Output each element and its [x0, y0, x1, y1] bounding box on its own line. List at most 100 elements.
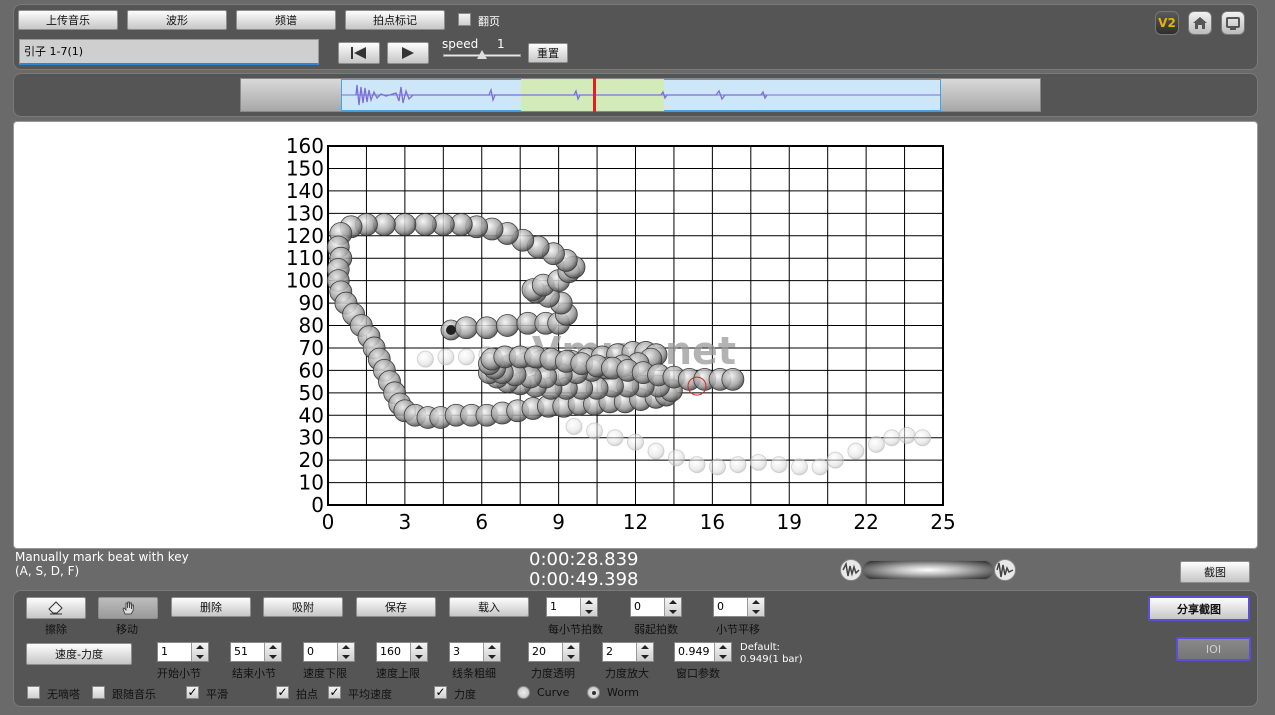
dynamics-alpha-label: 力度透明: [531, 667, 575, 680]
x-tick-label: 19: [777, 510, 802, 534]
x-tick-label: 6: [475, 510, 488, 534]
y-tick-label: 10: [299, 471, 324, 495]
tempo-dynamics-button[interactable]: 速度-力度: [26, 643, 132, 665]
y-tick-label: 100: [286, 269, 324, 293]
fullscreen-icon[interactable]: [1221, 11, 1245, 35]
worm-point-faint: [565, 417, 583, 435]
bar-shift-stepper[interactable]: 0: [713, 597, 765, 617]
beat-point-label: 拍点: [296, 688, 318, 701]
worm-point-faint: [811, 458, 829, 476]
bar-shift-label: 小节平移: [716, 623, 760, 636]
dynamics-checkbox[interactable]: ✓: [434, 686, 447, 699]
y-tick-label: 30: [299, 426, 324, 450]
dynamics-scale-stepper[interactable]: 2: [602, 642, 654, 662]
eraser-icon: [48, 601, 63, 615]
dynamics-alpha-stepper[interactable]: 20: [528, 642, 580, 662]
weak-beats-stepper[interactable]: 0: [630, 597, 682, 617]
move-button[interactable]: [98, 597, 158, 619]
beat-mark-button[interactable]: 拍点标记: [345, 10, 445, 30]
y-tick-label: 150: [286, 156, 324, 180]
smooth-label: 平滑: [206, 688, 228, 701]
speed-slider-thumb[interactable]: [477, 50, 487, 59]
y-tick-label: 110: [286, 246, 324, 270]
worm-point-faint: [647, 442, 665, 460]
hand-icon: [122, 601, 134, 615]
erase-button[interactable]: [26, 597, 86, 619]
follow-music-checkbox[interactable]: [92, 686, 105, 699]
erase-label: 擦除: [45, 623, 67, 636]
line-width-label: 线条粗细: [452, 667, 496, 680]
worm-point: [413, 213, 437, 236]
no-click-checkbox[interactable]: [27, 686, 40, 699]
worm-radio[interactable]: [587, 686, 600, 699]
delete-button[interactable]: 删除: [171, 597, 251, 617]
volume-control[interactable]: [840, 558, 1016, 582]
start-bar-stepper[interactable]: 1: [157, 642, 209, 662]
default-text-line1: Default:: [740, 642, 780, 653]
curve-label: Curve: [537, 686, 570, 699]
worm-point-faint: [437, 348, 455, 366]
smooth-checkbox[interactable]: ✓: [186, 686, 199, 699]
ioi-button[interactable]: IOI: [1176, 637, 1251, 661]
worm-point-faint: [668, 449, 685, 467]
y-tick-label: 120: [286, 224, 324, 248]
share-screenshot-button[interactable]: 分享截图: [1148, 596, 1250, 621]
end-bar-stepper[interactable]: 51: [230, 642, 282, 662]
waveform-playhead[interactable]: [592, 78, 596, 112]
worm-point-faint: [847, 442, 865, 460]
worm-point-faint: [709, 458, 726, 476]
beats-per-bar-stepper[interactable]: 1: [546, 597, 598, 617]
waveform-trace: [341, 84, 941, 106]
window-param-stepper[interactable]: 0.949: [674, 642, 732, 662]
y-tick-label: 20: [299, 448, 324, 472]
worm-point-faint: [791, 458, 808, 476]
upload-music-button[interactable]: 上传音乐: [18, 10, 118, 30]
snap-button[interactable]: 吸附: [263, 597, 343, 617]
line-width-stepper[interactable]: 3: [449, 642, 501, 662]
page-turn-checkbox[interactable]: [458, 13, 471, 26]
worm-point-faint: [627, 433, 644, 451]
x-tick-label: 22: [853, 510, 878, 534]
worm-point-faint: [883, 429, 901, 447]
y-tick-label: 160: [286, 134, 324, 158]
hint-text-line2: (A, S, D, F): [15, 564, 80, 578]
skip-to-start-button[interactable]: [338, 42, 380, 64]
tempo-high-stepper[interactable]: 160: [376, 642, 428, 662]
reset-button[interactable]: 重置: [528, 43, 568, 63]
weak-beats-label: 弱起拍数: [634, 623, 678, 636]
avg-tempo-label: 平均速度: [348, 688, 392, 701]
waveform-small-icon: [840, 559, 862, 581]
v2-badge[interactable]: V2: [1155, 11, 1179, 35]
y-tick-label: 90: [299, 291, 324, 315]
home-icon[interactable]: [1188, 11, 1212, 35]
y-tick-label: 130: [286, 201, 324, 225]
worm-label: Worm: [607, 686, 640, 699]
y-tick-label: 140: [286, 179, 324, 203]
volume-slider[interactable]: [862, 560, 994, 580]
waveform-button[interactable]: 波形: [127, 10, 227, 30]
avg-tempo-checkbox[interactable]: ✓: [328, 686, 341, 699]
move-label: 移动: [116, 623, 138, 636]
load-button[interactable]: 载入: [449, 597, 529, 617]
worm-point-faint: [898, 426, 916, 444]
save-button[interactable]: 保存: [356, 597, 436, 617]
tempo-dynamics-chart: 0 102030405060708090100110120130140150160…: [286, 134, 956, 534]
speed-slider[interactable]: [443, 50, 521, 59]
play-button[interactable]: [387, 42, 429, 64]
worm-point-faint: [729, 456, 747, 474]
curve-radio[interactable]: [517, 686, 530, 699]
track-title-field[interactable]: 引子 1-7(1): [19, 39, 319, 65]
x-tick-label: 25: [930, 510, 955, 534]
worm-head: [446, 324, 456, 335]
spectrum-button[interactable]: 频谱: [236, 10, 336, 30]
x-tick-label: 0: [322, 510, 335, 534]
tempo-high-label: 速度上限: [376, 667, 420, 680]
worm-point: [475, 316, 499, 340]
beat-point-checkbox[interactable]: ✓: [276, 686, 289, 699]
waveform-overview[interactable]: [240, 78, 1041, 112]
tempo-low-stepper[interactable]: 0: [303, 642, 355, 662]
worm-point-faint: [416, 350, 434, 368]
end-bar-label: 结束小节: [232, 667, 276, 680]
worm-point-faint: [606, 429, 624, 447]
screenshot-button[interactable]: 截图: [1180, 561, 1250, 583]
